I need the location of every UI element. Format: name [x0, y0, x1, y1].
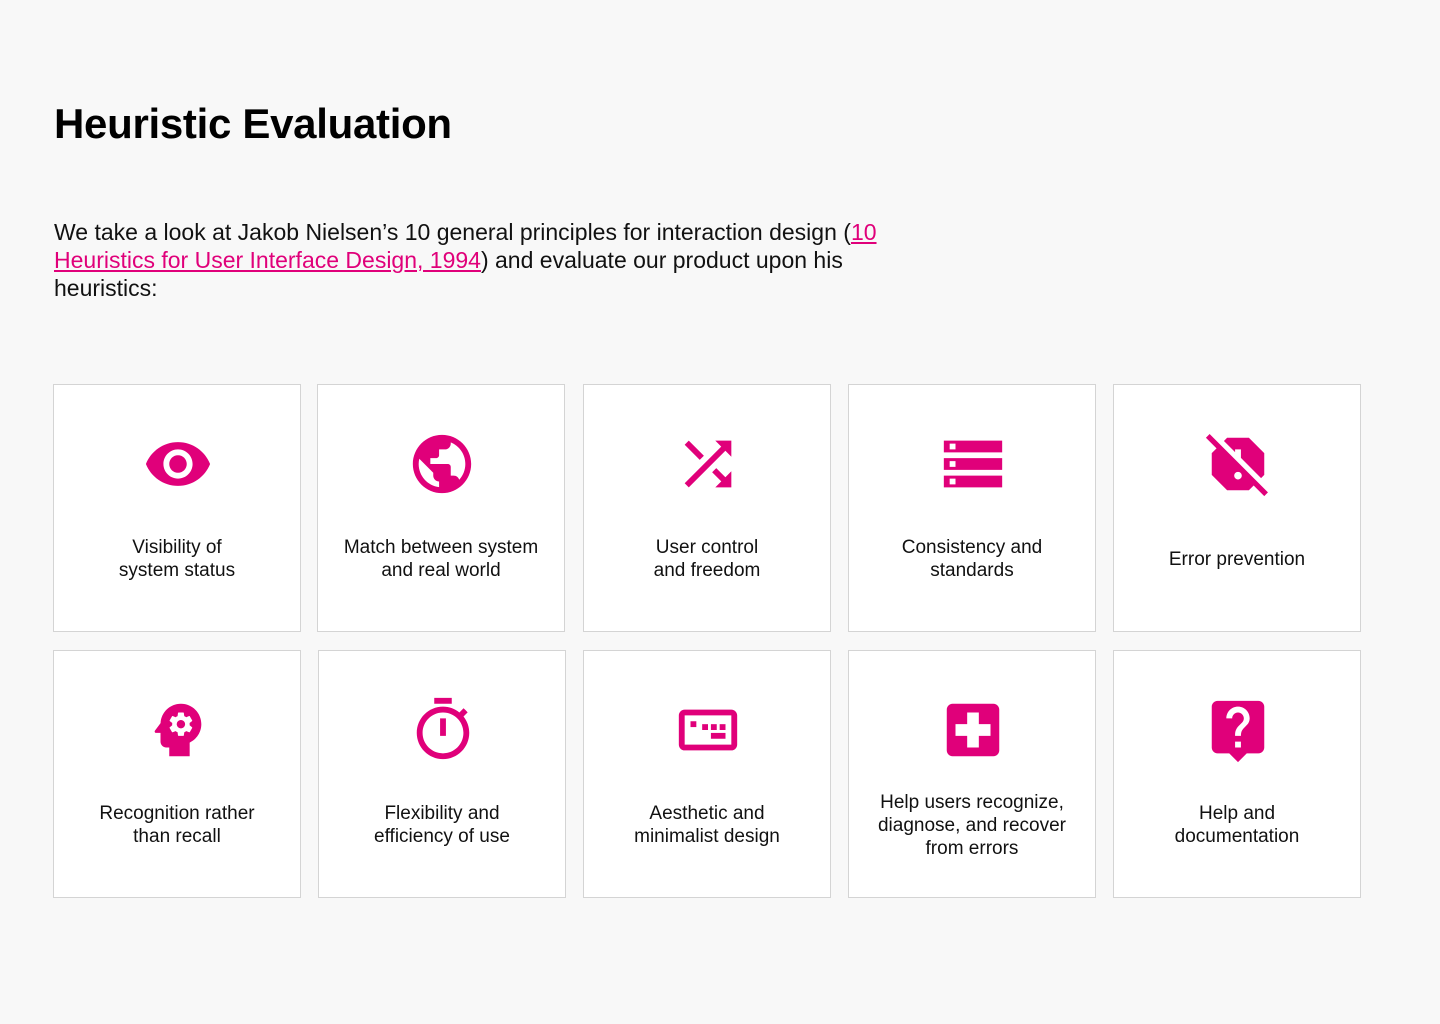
heuristic-card-visibility: Visibility of system status	[53, 384, 301, 632]
heuristic-label: Error prevention	[1168, 548, 1306, 570]
help-bubble-icon	[1203, 695, 1273, 765]
heuristics-grid: Visibility of system status Match betwee…	[53, 384, 1363, 900]
heuristic-label: Visibility of system status	[118, 537, 236, 581]
heuristic-card-help-documentation: Help and documentation	[1113, 650, 1361, 898]
heuristic-label: User control and freedom	[653, 537, 761, 581]
heuristic-label: Match between system and real world	[343, 537, 539, 581]
timer-icon	[408, 695, 478, 765]
page-title: Heuristic Evaluation	[54, 100, 452, 147]
heuristic-label: Help users recognize, diagnose, and reco…	[877, 791, 1066, 859]
report-off-icon	[1203, 429, 1273, 499]
storage-icon	[938, 429, 1008, 499]
heuristic-card-recognition: Recognition rather than recall	[53, 650, 301, 898]
heuristic-card-consistency: Consistency and standards	[848, 384, 1096, 632]
dialpad-icon	[673, 695, 743, 765]
globe-icon	[407, 429, 477, 499]
heuristic-card-user-control: User control and freedom	[583, 384, 831, 632]
intro-text: We take a look at Jakob Nielsen’s 10 gen…	[54, 218, 914, 302]
shuffle-icon	[673, 429, 743, 499]
psychology-icon	[143, 695, 213, 765]
heuristic-label: Help and documentation	[1174, 803, 1300, 847]
heuristic-card-error-prevention: Error prevention	[1113, 384, 1361, 632]
heuristic-card-match-real-world: Match between system and real world	[317, 384, 565, 632]
heuristic-card-recover-from-errors: Help users recognize, diagnose, and reco…	[848, 650, 1096, 898]
heuristic-label: Aesthetic and minimalist design	[634, 803, 780, 847]
medical-cross-icon	[938, 695, 1008, 765]
heuristic-label: Consistency and standards	[901, 537, 1043, 581]
heuristic-card-flexibility: Flexibility and efficiency of use	[318, 650, 566, 898]
heuristic-label: Recognition rather than recall	[99, 803, 255, 847]
eye-icon	[143, 429, 213, 499]
heuristic-card-aesthetic: Aesthetic and minimalist design	[583, 650, 831, 898]
intro-text-before: We take a look at Jakob Nielsen’s 10 gen…	[54, 219, 851, 245]
heuristic-label: Flexibility and efficiency of use	[374, 803, 510, 847]
